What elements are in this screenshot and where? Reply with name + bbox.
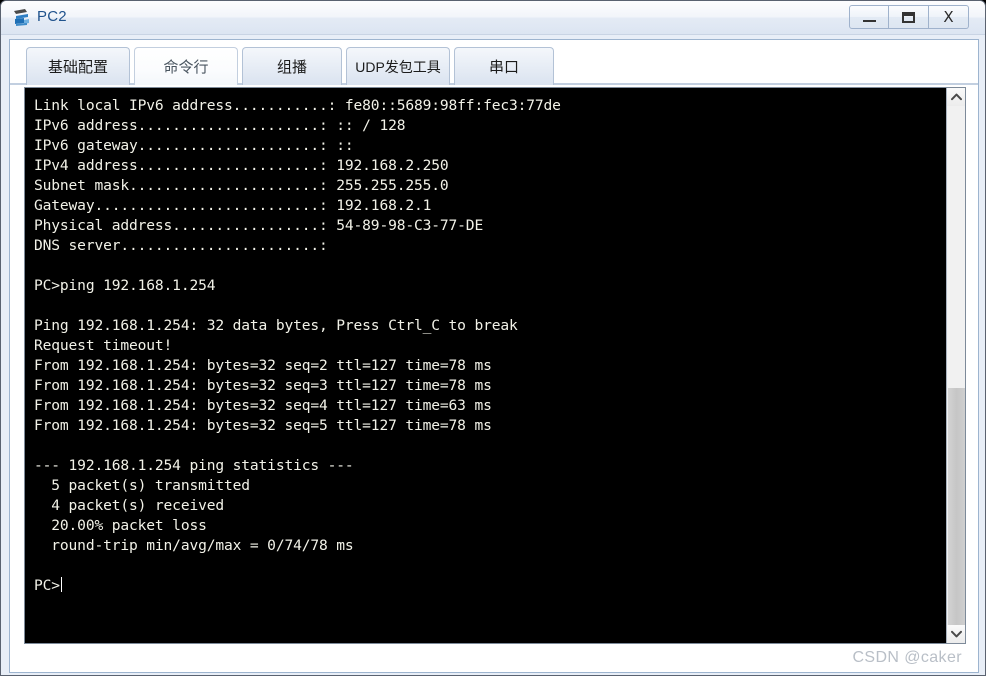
tab-udp-tool[interactable]: UDP发包工具 (346, 47, 450, 85)
terminal-line: PC>ping 192.168.1.254 (34, 277, 216, 294)
tab-serial-port[interactable]: 串口 (454, 47, 554, 85)
tab-multicast[interactable]: 组播 (242, 47, 342, 85)
maximize-button[interactable] (889, 5, 929, 29)
tab-label: 组播 (276, 59, 307, 76)
terminal-line: 20.00% packet loss (34, 517, 207, 534)
client-panel: 基础配置 命令行 组播 UDP发包工具 串口 Link local IPv6 a… (9, 39, 979, 673)
terminal-line: From 192.168.1.254: bytes=32 seq=4 ttl=1… (34, 397, 492, 414)
tab-label: 串口 (488, 59, 519, 76)
terminal-output[interactable]: Link local IPv6 address...........: fe80… (25, 88, 947, 643)
terminal-line: 4 packet(s) received (34, 497, 224, 514)
pc2-window: PC2 X 基础配置 命令行 组播 UDP发包工具 串口 Link local … (0, 0, 986, 676)
terminal-line: Subnet mask......................: 255.2… (34, 177, 449, 194)
terminal-line: Link local IPv6 address...........: fe80… (34, 97, 561, 114)
terminal-line: From 192.168.1.254: bytes=32 seq=5 ttl=1… (34, 417, 492, 434)
chevron-down-icon (950, 630, 962, 638)
chevron-up-icon (950, 93, 962, 101)
terminal-line: Ping 192.168.1.254: 32 data bytes, Press… (34, 317, 518, 334)
close-button[interactable]: X (929, 5, 969, 29)
pc-device-icon (11, 7, 33, 29)
terminal-line: From 192.168.1.254: bytes=32 seq=2 ttl=1… (34, 357, 492, 374)
terminal-panel: Link local IPv6 address...........: fe80… (24, 87, 966, 644)
terminal-line: DNS server.......................: (34, 237, 328, 254)
terminal-line: 5 packet(s) transmitted (34, 477, 250, 494)
terminal-line: round-trip min/avg/max = 0/74/78 ms (34, 537, 354, 554)
tab-label: UDP发包工具 (355, 58, 441, 75)
terminal-line: IPv4 address.....................: 192.1… (34, 157, 449, 174)
terminal-line: PC> (34, 577, 62, 594)
tab-command-line[interactable]: 命令行 (134, 47, 238, 85)
scrollbar-thumb[interactable] (948, 388, 965, 633)
watermark: CSDN @caker (852, 649, 962, 666)
terminal-line: --- 192.168.1.254 ping statistics --- (34, 457, 354, 474)
window-title: PC2 (37, 8, 67, 25)
window-titlebar[interactable]: PC2 X (1, 1, 985, 35)
scrollbar-track-upper[interactable] (947, 106, 965, 388)
minimize-button[interactable] (849, 5, 889, 29)
terminal-line: IPv6 gateway.....................: :: (34, 137, 354, 154)
terminal-line: Gateway..........................: 192.1… (34, 197, 432, 214)
terminal-line: IPv6 address.....................: :: / … (34, 117, 406, 134)
scroll-up-button[interactable] (947, 88, 965, 106)
terminal-text: Link local IPv6 address...........: fe80… (34, 96, 947, 596)
maximize-icon (902, 11, 915, 23)
minimize-icon (862, 19, 876, 22)
tab-basic-config[interactable]: 基础配置 (26, 47, 130, 85)
scroll-down-button[interactable] (947, 625, 965, 643)
terminal-line: Physical address.................: 54-89… (34, 217, 484, 234)
terminal-scrollbar[interactable] (946, 88, 965, 643)
tab-label: 基础配置 (47, 59, 108, 76)
terminal-cursor (60, 577, 62, 592)
close-icon: X (943, 7, 954, 26)
terminal-line: From 192.168.1.254: bytes=32 seq=3 ttl=1… (34, 377, 492, 394)
tab-strip: 基础配置 命令行 组播 UDP发包工具 串口 (10, 40, 978, 85)
tab-label: 命令行 (163, 59, 209, 76)
terminal-line: Request timeout! (34, 337, 173, 354)
